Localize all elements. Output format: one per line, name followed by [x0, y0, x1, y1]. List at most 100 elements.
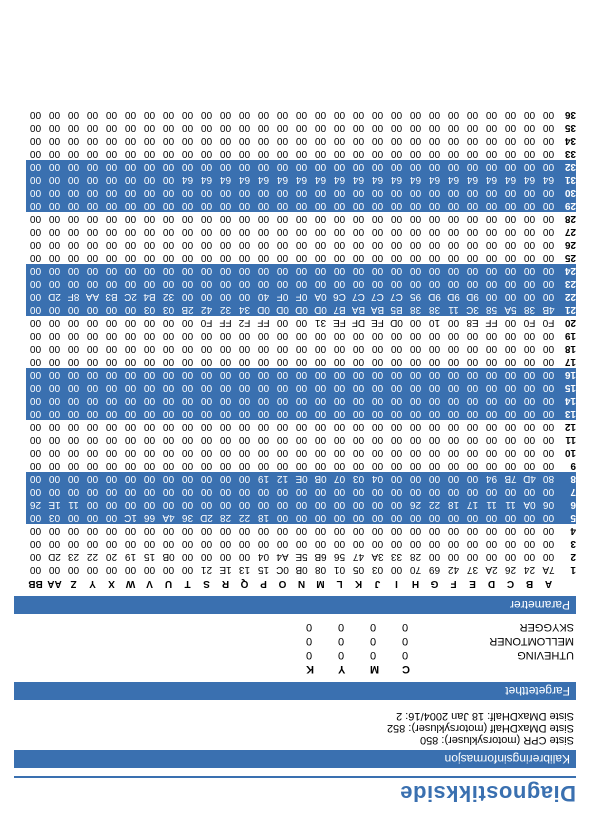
hex-cell: C7: [368, 290, 387, 303]
hex-cell: 00: [463, 485, 482, 498]
hex-cell: 00: [482, 524, 501, 537]
hex-cell: 00: [368, 355, 387, 368]
hex-cell: 00: [501, 160, 520, 173]
hex-cell: 00: [444, 459, 463, 472]
hex-cell: 64: [311, 173, 330, 186]
hex-cell: 00: [140, 173, 159, 186]
hex-cell: 00: [64, 264, 83, 277]
sat-cell: 0: [360, 634, 392, 648]
hex-cell: 00: [501, 511, 520, 524]
hex-cell: 00: [387, 108, 406, 121]
hex-cell: 5E: [292, 550, 311, 563]
hex-cell: 00: [121, 186, 140, 199]
hex-cell: 00: [406, 251, 425, 264]
hex-cell: 00: [64, 147, 83, 160]
hex-cell: 00: [273, 394, 292, 407]
hex-cell: 00: [406, 342, 425, 355]
hex-cell: F0: [520, 316, 539, 329]
hex-cell: 00: [425, 407, 444, 420]
hex-cell: 00: [159, 329, 178, 342]
hex-cell: 00: [273, 420, 292, 433]
hex-row-label: 28: [558, 212, 576, 225]
hex-cell: 00: [197, 277, 216, 290]
hex-cell: 0A: [520, 498, 539, 511]
hex-cell: 00: [159, 173, 178, 186]
hex-row: 3000000000000000000000000000000000000000…: [14, 537, 576, 550]
hex-cell: 00: [102, 420, 121, 433]
hex-cell: 00: [425, 160, 444, 173]
hex-cell: 00: [83, 498, 102, 511]
hex-cell: 00: [349, 446, 368, 459]
hex-cell: 00: [140, 277, 159, 290]
hex-cell: 00: [292, 316, 311, 329]
hex-cell: B4: [140, 290, 159, 303]
hex-cell: 00: [273, 251, 292, 264]
hex-cell: 00: [235, 355, 254, 368]
hex-cell: A4: [273, 550, 292, 563]
hex-cell: 00: [425, 147, 444, 160]
hex-cell: 00: [311, 212, 330, 225]
hex-cell: 00: [121, 329, 140, 342]
hex-cell: 00: [330, 264, 349, 277]
hex-cell: 00: [64, 173, 83, 186]
hex-cell: 00: [349, 355, 368, 368]
hex-cell: 64: [501, 173, 520, 186]
hex-cell: 00: [254, 433, 273, 446]
hex-cell: 00: [349, 238, 368, 251]
hex-cell: 00: [482, 433, 501, 446]
hex-cell: 00: [501, 459, 520, 472]
hex-row-label: 34: [558, 134, 576, 147]
hex-cell: 00: [273, 199, 292, 212]
hex-cell: 00: [501, 225, 520, 238]
hex-cell: 15: [140, 550, 159, 563]
hex-cell: 00: [83, 147, 102, 160]
hex-cell: 00: [178, 160, 197, 173]
hex-cell: 00: [387, 199, 406, 212]
hex-cell: 00: [501, 407, 520, 420]
hex-cell: 2B: [178, 303, 197, 316]
hex-row-label: 20: [558, 316, 576, 329]
hex-cell: DF: [349, 316, 368, 329]
hex-cell: 00: [235, 277, 254, 290]
hex-cell: 00: [45, 394, 64, 407]
hex-cell: 00: [45, 524, 64, 537]
hex-row: 3400000000000000000000000000000000000000…: [14, 134, 576, 147]
hex-cell: 64: [444, 173, 463, 186]
hex-cell: 00: [197, 160, 216, 173]
hex-cell: 8F: [64, 290, 83, 303]
hex-cell: 1C: [121, 511, 140, 524]
hex-cell: 00: [178, 472, 197, 485]
hex-cell: 05: [349, 563, 368, 576]
hex-cell: 00: [83, 407, 102, 420]
hex-cell: 00: [102, 251, 121, 264]
hex-cell: 00: [140, 368, 159, 381]
hex-cell: 00: [482, 277, 501, 290]
hex-cell: 00: [292, 355, 311, 368]
hex-cell: 00: [292, 160, 311, 173]
hex-row: 3600000000000000000000000000000000000000…: [14, 108, 576, 121]
hex-cell: 00: [26, 199, 45, 212]
hex-cell: 64: [254, 173, 273, 186]
hex-cell: 00: [406, 277, 425, 290]
hex-cell: 00: [216, 433, 235, 446]
hex-cell: 00: [254, 394, 273, 407]
hex-cell: 00: [330, 368, 349, 381]
hex-cell: 00: [178, 238, 197, 251]
hex-cell: 00: [330, 498, 349, 511]
hex-cell: 00: [254, 485, 273, 498]
hex-cell: 00: [197, 329, 216, 342]
page-title: Diagnostikkside: [14, 780, 576, 806]
hex-cell: 64: [235, 173, 254, 186]
hex-cell: 00: [330, 355, 349, 368]
hex-cell: 00: [121, 303, 140, 316]
hex-cell: 7A: [539, 563, 558, 576]
hex-cell: 00: [216, 407, 235, 420]
hex-cell: 64: [482, 173, 501, 186]
hex-cell: 00: [539, 134, 558, 147]
hex-cell: 00: [406, 446, 425, 459]
hex-cell: 00: [121, 485, 140, 498]
hex-col-header: M: [311, 577, 330, 590]
hex-cell: 00: [482, 355, 501, 368]
hex-cell: 00: [387, 394, 406, 407]
hex-cell: 00: [216, 186, 235, 199]
